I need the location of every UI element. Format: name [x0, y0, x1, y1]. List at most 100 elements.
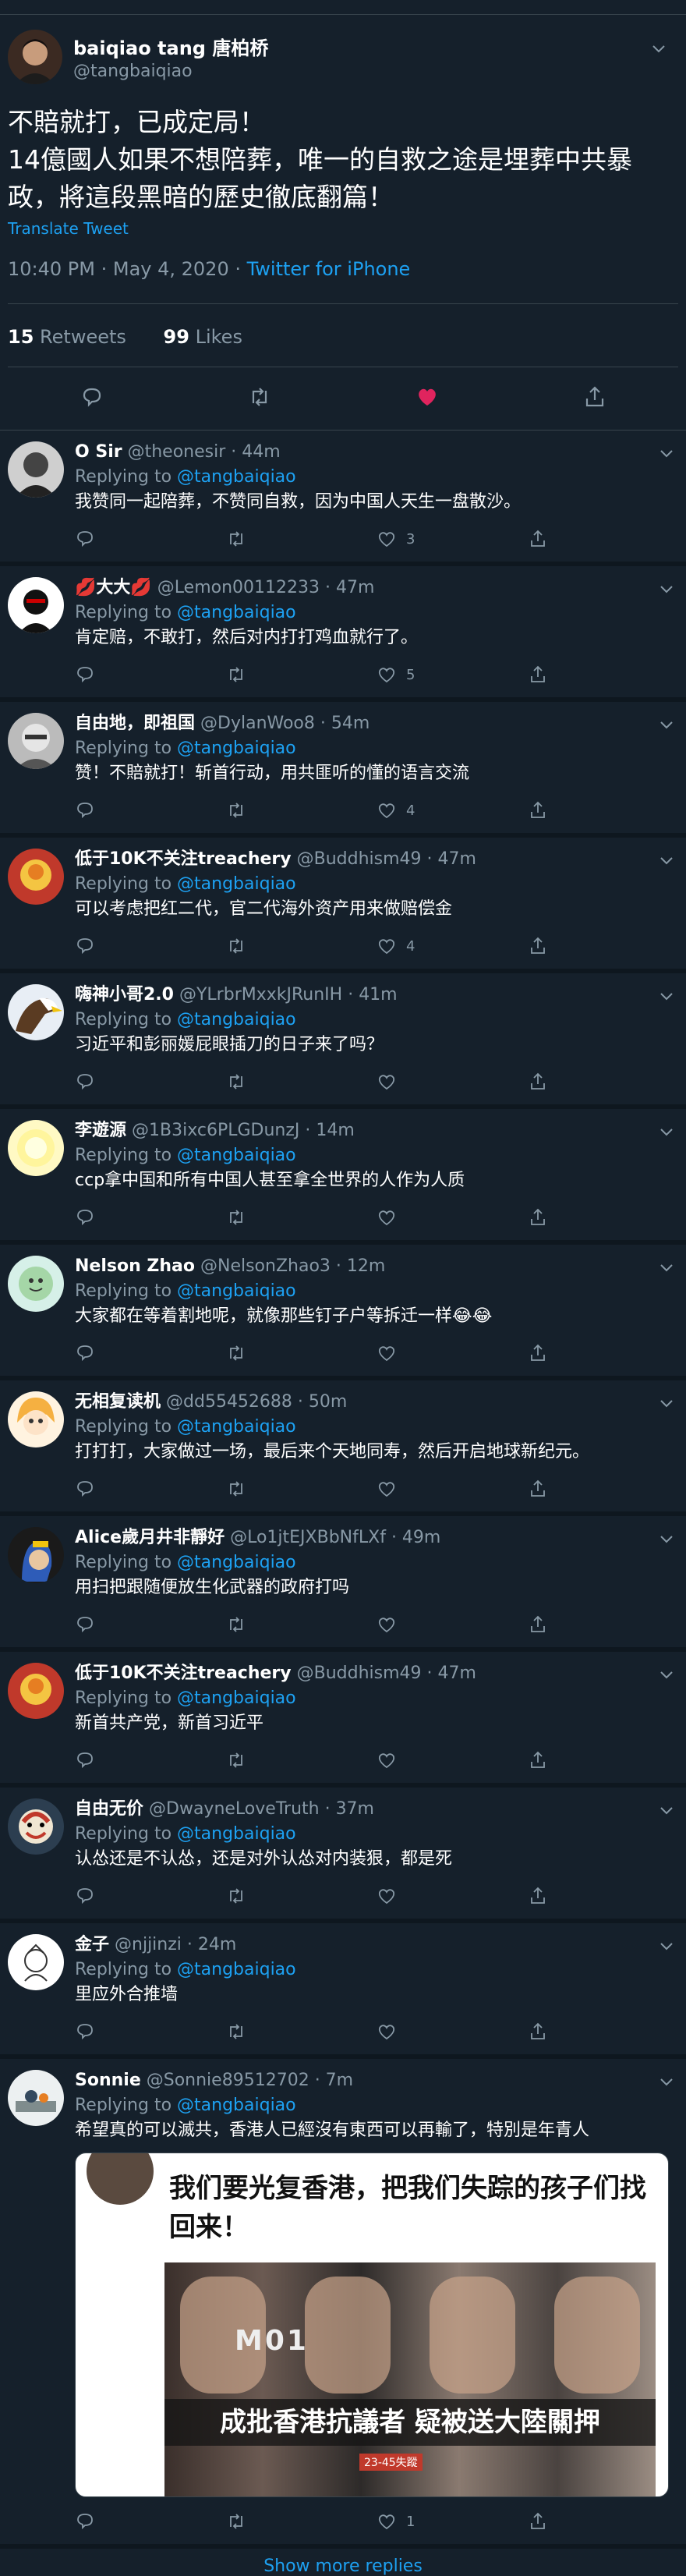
retweet-button[interactable]: [226, 1750, 377, 1770]
chevron-down-icon[interactable]: [658, 580, 675, 597]
reply-author-name[interactable]: 💋大大💋: [75, 578, 152, 597]
show-more-replies-link[interactable]: Show more replies: [0, 2549, 686, 2576]
tweet-source-link[interactable]: Twitter for iPhone: [247, 258, 411, 280]
reply-author-name[interactable]: 李遊源: [75, 1121, 126, 1140]
replying-to-link[interactable]: @tangbaiqiao: [177, 1688, 296, 1708]
chevron-down-icon[interactable]: [650, 40, 667, 57]
retweet-button[interactable]: [226, 1207, 377, 1228]
reply-author-handle[interactable]: @DylanWoo8: [200, 714, 315, 733]
reply-author-handle[interactable]: @Lemon00112233: [157, 578, 320, 597]
author-name[interactable]: baiqiao tang 唐柏桥: [73, 33, 268, 60]
chevron-down-icon[interactable]: [658, 1666, 675, 1683]
avatar[interactable]: [8, 1120, 64, 1176]
reply-tweet[interactable]: O Sir @theonesir · 44m Replying to @tangb…: [0, 431, 686, 566]
reply-author-name[interactable]: 自由无价: [75, 1799, 143, 1819]
avatar[interactable]: [8, 1934, 64, 1990]
reply-author-handle[interactable]: @NelsonZhao3: [200, 1256, 331, 1276]
reply-author-handle[interactable]: @Sonnie89512702: [147, 2071, 309, 2090]
like-button[interactable]: [377, 2021, 528, 2042]
share-button[interactable]: [528, 800, 679, 820]
chevron-down-icon[interactable]: [658, 987, 675, 1005]
chevron-down-icon[interactable]: [658, 1802, 675, 1819]
reply-author-name[interactable]: 无相复读机: [75, 1392, 161, 1412]
retweet-button[interactable]: [226, 529, 377, 549]
reply-tweet[interactable]: 无相复读机 @dd55452688 · 50m Replying to @tang…: [0, 1380, 686, 1516]
translate-tweet-link[interactable]: Translate Tweet: [8, 219, 678, 238]
like-button[interactable]: 4: [377, 800, 528, 820]
reply-author-handle[interactable]: @1B3ixc6PLGDunzJ: [132, 1121, 299, 1140]
share-button[interactable]: [528, 1750, 679, 1770]
reply-tweet[interactable]: 💋大大💋 @Lemon00112233 · 47m Replying to @ta…: [0, 566, 686, 702]
chevron-down-icon[interactable]: [658, 1937, 675, 1954]
replying-to-link[interactable]: @tangbaiqiao: [177, 1960, 296, 1979]
replying-to-link[interactable]: @tangbaiqiao: [177, 1417, 296, 1437]
reply-author-handle[interactable]: @Lo1jtEJXBbNfLXf: [230, 1528, 386, 1547]
retweet-button[interactable]: [226, 2021, 377, 2042]
reply-author-name[interactable]: Alice歲月井非靜好: [75, 1528, 225, 1547]
reply-tweet[interactable]: Nelson Zhao @NelsonZhao3 · 12m Replying t…: [0, 1245, 686, 1380]
like-count[interactable]: 99 Likes: [164, 326, 242, 348]
replying-to-link[interactable]: @tangbaiqiao: [177, 1010, 296, 1029]
chevron-down-icon[interactable]: [658, 1123, 675, 1140]
reply-tweet[interactable]: 低于10K不关注treachery @Buddhism49 · 47m Reply…: [0, 1652, 686, 1788]
reply-author-name[interactable]: 嗨神小哥2.0: [75, 985, 174, 1005]
reply-tweet[interactable]: 金子 @njjinzi · 24m Replying to @tangbaiqia…: [0, 1923, 686, 2059]
reply-button[interactable]: [75, 1750, 226, 1770]
avatar[interactable]: [8, 713, 64, 769]
avatar[interactable]: [8, 1527, 64, 1583]
replying-to-link[interactable]: @tangbaiqiao: [177, 1281, 296, 1301]
share-button[interactable]: [528, 1207, 679, 1228]
share-button[interactable]: [528, 936, 679, 956]
reply-tweet[interactable]: 自由无价 @DwayneLoveTruth · 37m Replying to @…: [0, 1788, 686, 1923]
embedded-image[interactable]: 我们要光复香港，把我们失踪的孩子们找回来！ M01 成批香港抗議者 疑被送大陸關押 2…: [75, 2153, 669, 2497]
reply-author-name[interactable]: 低于10K不关注treachery: [75, 849, 292, 869]
avatar[interactable]: [8, 1256, 64, 1312]
reply-button[interactable]: [75, 800, 226, 820]
retweet-button[interactable]: [226, 936, 377, 956]
like-button[interactable]: [377, 1207, 528, 1228]
reply-button[interactable]: [75, 1207, 226, 1228]
like-button[interactable]: [377, 1750, 528, 1770]
replying-to-link[interactable]: @tangbaiqiao: [177, 2096, 296, 2115]
share-button[interactable]: [528, 664, 679, 685]
like-button[interactable]: [377, 1886, 528, 1906]
retweet-icon[interactable]: [247, 384, 272, 409]
share-button[interactable]: [528, 2511, 679, 2532]
share-button[interactable]: [528, 1886, 679, 1906]
like-button[interactable]: [377, 1072, 528, 1092]
avatar[interactable]: [8, 441, 64, 498]
reply-button[interactable]: [75, 1479, 226, 1499]
retweet-button[interactable]: [226, 2511, 377, 2532]
retweet-count[interactable]: 15 Retweets: [8, 326, 126, 348]
reply-button[interactable]: [75, 529, 226, 549]
replying-to-link[interactable]: @tangbaiqiao: [177, 603, 296, 622]
reply-button[interactable]: [75, 1886, 226, 1906]
retweet-button[interactable]: [226, 1479, 377, 1499]
replying-to-link[interactable]: @tangbaiqiao: [177, 874, 296, 894]
share-button[interactable]: [528, 1343, 679, 1363]
reply-button[interactable]: [75, 2511, 226, 2532]
avatar[interactable]: [8, 30, 62, 84]
avatar[interactable]: [8, 577, 64, 633]
reply-button[interactable]: [75, 936, 226, 956]
reply-author-name[interactable]: Sonnie: [75, 2071, 141, 2090]
reply-icon[interactable]: [80, 384, 104, 409]
chevron-down-icon[interactable]: [658, 1530, 675, 1547]
like-button[interactable]: [377, 1343, 528, 1363]
reply-author-handle[interactable]: @DwayneLoveTruth: [149, 1799, 320, 1819]
like-button[interactable]: [377, 1614, 528, 1635]
reply-button[interactable]: [75, 664, 226, 685]
retweet-button[interactable]: [226, 800, 377, 820]
avatar[interactable]: [8, 984, 64, 1040]
reply-author-handle[interactable]: @theonesir: [128, 442, 226, 462]
like-icon-active[interactable]: [415, 384, 440, 409]
reply-author-name[interactable]: 自由地，即祖国: [75, 714, 195, 733]
reply-author-handle[interactable]: @YLrbrMxxkJRunIH: [179, 985, 342, 1005]
reply-button[interactable]: [75, 1343, 226, 1363]
replying-to-link[interactable]: @tangbaiqiao: [177, 467, 296, 487]
avatar[interactable]: [8, 1798, 64, 1855]
reply-button[interactable]: [75, 1072, 226, 1092]
replying-to-link[interactable]: @tangbaiqiao: [177, 1146, 296, 1165]
reply-author-name[interactable]: 金子: [75, 1935, 109, 1954]
chevron-down-icon[interactable]: [658, 445, 675, 462]
